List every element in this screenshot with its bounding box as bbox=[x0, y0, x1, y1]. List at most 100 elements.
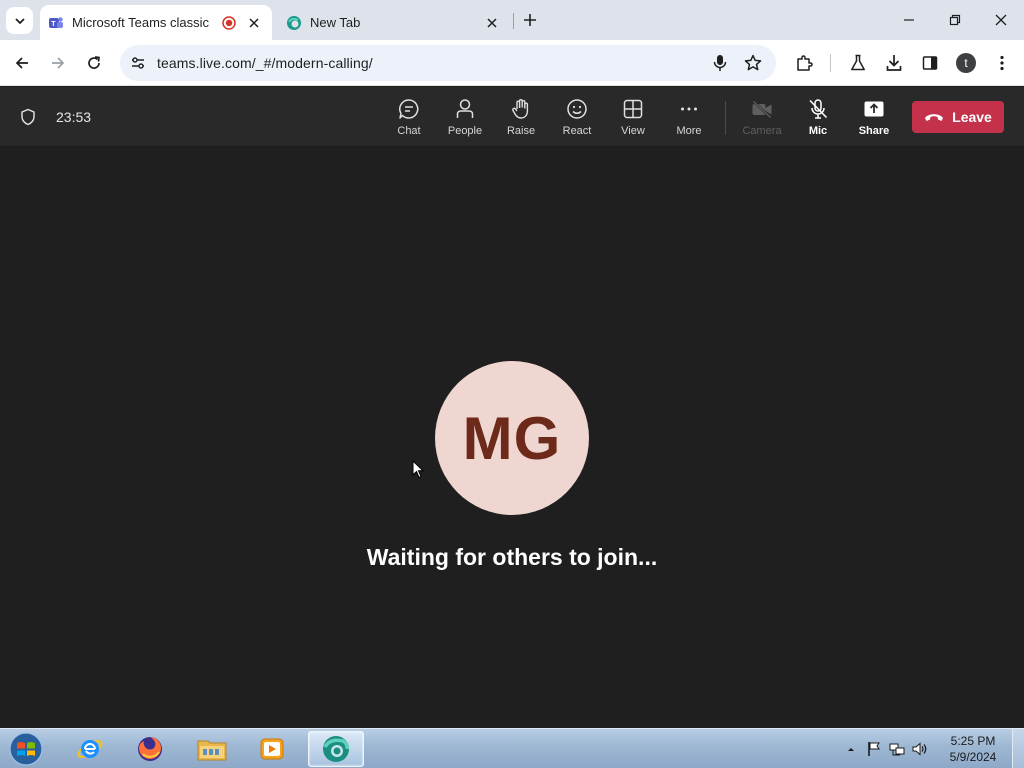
tab-close-button[interactable] bbox=[484, 15, 500, 31]
tab-close-button[interactable] bbox=[246, 15, 262, 31]
site-info-button[interactable] bbox=[128, 53, 148, 73]
hang-up-icon bbox=[925, 114, 944, 121]
clock-date: 5/9/2024 bbox=[949, 750, 997, 764]
downloads-button[interactable] bbox=[881, 50, 907, 76]
forward-button[interactable] bbox=[45, 50, 71, 76]
arrow-right-icon bbox=[52, 57, 65, 69]
browser-tab-strip: T Microsoft Teams classic New Tab bbox=[0, 0, 1024, 40]
taskbar-edge-browser[interactable] bbox=[308, 731, 364, 767]
flask-icon bbox=[851, 54, 865, 71]
raise-hand-button[interactable]: Raise bbox=[493, 97, 549, 141]
chevron-up-icon bbox=[848, 748, 854, 751]
taskbar-file-explorer[interactable] bbox=[184, 731, 240, 767]
camera-label: Camera bbox=[742, 125, 782, 137]
close-icon bbox=[487, 17, 497, 28]
people-icon bbox=[456, 99, 474, 118]
meeting-stage: MG Waiting for others to join... bbox=[0, 148, 1024, 728]
restore-button[interactable] bbox=[943, 8, 967, 32]
internet-explorer-icon bbox=[77, 740, 103, 758]
volume-button[interactable] bbox=[912, 741, 928, 757]
reload-button[interactable] bbox=[81, 50, 107, 76]
close-window-button[interactable] bbox=[989, 8, 1013, 32]
smiley-icon bbox=[567, 99, 587, 119]
show-desktop-button[interactable] bbox=[1012, 729, 1024, 768]
reload-icon bbox=[88, 56, 100, 69]
view-label: View bbox=[621, 125, 645, 137]
share-button[interactable]: Share bbox=[846, 97, 902, 141]
tab-title: New Tab bbox=[310, 15, 361, 30]
show-hidden-icons-button[interactable] bbox=[843, 741, 859, 757]
share-label: Share bbox=[858, 125, 890, 137]
raise-hand-icon bbox=[512, 99, 529, 119]
microphone-icon bbox=[713, 55, 727, 71]
mouse-cursor-icon bbox=[412, 460, 424, 479]
restore-icon bbox=[949, 14, 961, 26]
more-label: More bbox=[676, 125, 702, 137]
extensions-button[interactable] bbox=[791, 50, 817, 76]
clock-time: 5:25 PM bbox=[950, 734, 996, 748]
minimize-icon bbox=[904, 19, 914, 21]
leave-call-button[interactable]: Leave bbox=[912, 101, 1004, 133]
side-panel-button[interactable] bbox=[917, 50, 943, 76]
firefox-icon bbox=[138, 737, 162, 761]
teams-favicon-icon: T bbox=[49, 16, 63, 28]
taskbar-media-player[interactable] bbox=[244, 731, 300, 767]
labs-button[interactable] bbox=[845, 50, 871, 76]
flag-icon bbox=[868, 742, 880, 756]
address-bar[interactable]: teams.live.com/_#/modern-calling/ bbox=[120, 45, 776, 81]
call-controls-separator bbox=[725, 101, 726, 135]
plus-icon bbox=[524, 14, 536, 26]
windows-start-button[interactable] bbox=[6, 731, 46, 767]
chat-label: Chat bbox=[397, 125, 421, 137]
mic-label: Mic bbox=[808, 125, 828, 137]
file-explorer-icon bbox=[197, 740, 227, 761]
more-button[interactable]: More bbox=[661, 97, 717, 141]
minimize-button[interactable] bbox=[897, 8, 921, 32]
react-button[interactable]: React bbox=[549, 97, 605, 141]
chat-button[interactable]: Chat bbox=[381, 97, 437, 141]
browser-menu-button[interactable] bbox=[989, 50, 1015, 76]
share-icon bbox=[864, 101, 884, 117]
network-icon bbox=[889, 743, 905, 756]
taskbar-firefox[interactable] bbox=[122, 731, 178, 767]
camera-off-icon bbox=[752, 100, 772, 119]
download-icon bbox=[886, 55, 902, 71]
react-label: React bbox=[562, 125, 592, 137]
new-tab-button[interactable] bbox=[520, 10, 540, 30]
voice-search-button[interactable] bbox=[710, 53, 730, 73]
network-button[interactable] bbox=[889, 741, 905, 757]
edge-favicon-icon bbox=[287, 15, 301, 30]
action-center-button[interactable] bbox=[866, 741, 882, 757]
tab-new-tab[interactable]: New Tab bbox=[278, 5, 510, 40]
edge-browser-icon bbox=[323, 736, 349, 762]
browser-toolbar: teams.live.com/_#/modern-calling/ t bbox=[0, 40, 1024, 86]
more-icon bbox=[681, 107, 697, 111]
url-text[interactable]: teams.live.com/_#/modern-calling/ bbox=[157, 55, 373, 71]
waiting-status-text: Waiting for others to join... bbox=[366, 544, 658, 570]
taskbar-internet-explorer[interactable] bbox=[62, 731, 118, 767]
camera-button[interactable]: Camera bbox=[734, 97, 790, 141]
mic-off-icon bbox=[809, 99, 828, 119]
people-label: People bbox=[447, 125, 483, 137]
people-button[interactable]: People bbox=[437, 97, 493, 141]
kebab-menu-icon bbox=[1000, 55, 1004, 71]
close-icon bbox=[995, 14, 1007, 26]
svg-text:T: T bbox=[51, 21, 56, 28]
arrow-left-icon bbox=[15, 57, 28, 69]
raise-label: Raise bbox=[506, 125, 536, 137]
view-button[interactable]: View bbox=[605, 97, 661, 141]
star-icon bbox=[744, 54, 762, 71]
bookmark-button[interactable] bbox=[743, 53, 763, 73]
call-controls-bar: 23:53 Chat People Raise React View More … bbox=[0, 87, 1024, 147]
tab-teams[interactable]: T Microsoft Teams classic bbox=[40, 5, 272, 40]
shield-icon bbox=[21, 108, 35, 126]
profile-avatar[interactable]: t bbox=[956, 53, 976, 73]
back-button[interactable] bbox=[9, 50, 35, 76]
toolbar-separator bbox=[830, 54, 831, 72]
mic-button[interactable]: Mic bbox=[790, 97, 846, 141]
system-clock[interactable]: 5:25 PM 5/9/2024 bbox=[940, 733, 1006, 765]
tab-search-button[interactable] bbox=[6, 7, 33, 34]
leave-label: Leave bbox=[952, 109, 992, 125]
recording-indicator-icon bbox=[222, 15, 236, 30]
speaker-icon bbox=[912, 742, 927, 756]
